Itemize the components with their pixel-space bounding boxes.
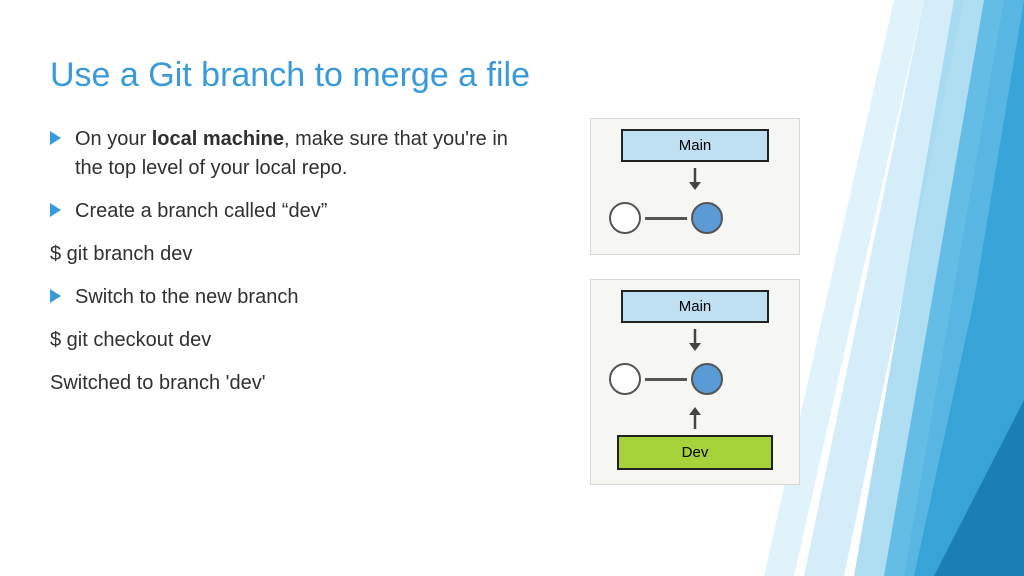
bullet-text-bold: local machine: [152, 128, 284, 150]
bullet-item: Switch to the new branch: [50, 283, 530, 312]
command-line: $ git checkout dev: [50, 326, 530, 355]
bullet-text: Switch to the new branch: [75, 283, 530, 312]
bullet-text: Create a branch called “dev”: [75, 197, 530, 226]
arrow-down-icon: [685, 327, 705, 353]
commit-link: [645, 378, 687, 381]
commit-node: [609, 202, 641, 234]
commit-row: [601, 357, 789, 401]
triangle-bullet-icon: [50, 289, 61, 303]
arrow-up-icon: [685, 405, 705, 431]
main-branch-box: Main: [621, 290, 769, 323]
arrow-down-icon: [685, 166, 705, 192]
commit-row: [601, 196, 789, 240]
background-decoration: [764, 0, 1024, 576]
commit-node-head: [691, 363, 723, 395]
command-output: Switched to branch 'dev': [50, 369, 530, 398]
triangle-bullet-icon: [50, 131, 61, 145]
git-diagram-main-dev: Main Dev: [590, 279, 800, 485]
commit-node: [609, 363, 641, 395]
dev-branch-box: Dev: [617, 435, 773, 470]
triangle-bullet-icon: [50, 203, 61, 217]
slide-title: Use a Git branch to merge a file: [50, 56, 530, 95]
bullet-item: Create a branch called “dev”: [50, 197, 530, 226]
commit-node-head: [691, 202, 723, 234]
git-diagram-main: Main: [590, 118, 800, 255]
commit-link: [645, 217, 687, 220]
bullet-item: On your local machine, make sure that yo…: [50, 125, 530, 183]
bullet-text-part: On your: [75, 128, 152, 150]
command-line: $ git branch dev: [50, 240, 530, 269]
main-branch-box: Main: [621, 129, 769, 162]
